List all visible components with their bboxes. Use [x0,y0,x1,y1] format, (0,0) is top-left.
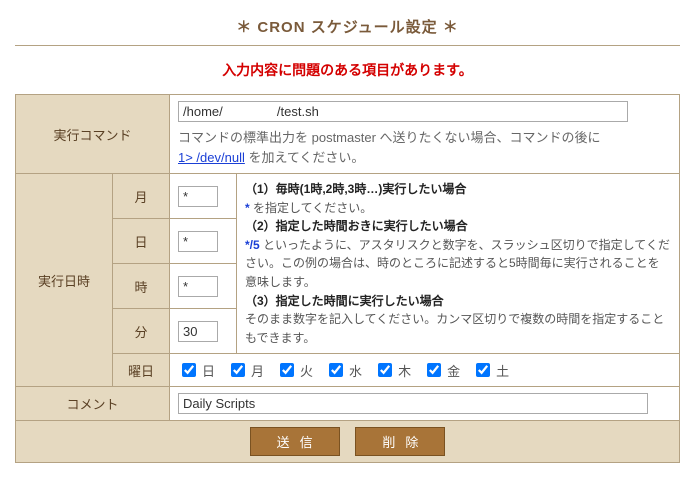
weekday-label: 日 [202,361,215,380]
weekday-row: 日月火水木金土 [170,354,680,387]
label-command: 実行コマンド [16,95,170,174]
page-title: ＊ CRON スケジュール設定 ＊ [15,16,680,37]
minute-input[interactable] [178,321,218,342]
time-description: （1）毎時(1時,2時,3時…)実行したい場合 * を指定してください。 （2）… [237,174,680,354]
label-weekday: 曜日 [113,354,170,387]
weekday-label: 木 [398,361,411,380]
delete-button[interactable]: 削除 [355,427,445,456]
weekday-checkbox[interactable] [280,363,294,377]
weekday-checkbox[interactable] [378,363,392,377]
error-message: 入力内容に問題のある項目があります。 [15,60,680,80]
label-day: 日 [113,219,170,264]
weekday-label: 金 [447,361,460,380]
weekday-checkbox[interactable] [476,363,490,377]
weekday-checkbox[interactable] [427,363,441,377]
label-hour: 時 [113,264,170,309]
weekday-label: 土 [496,361,509,380]
weekday-option[interactable]: 土 [472,360,509,380]
button-row: 送信 削除 [16,421,680,463]
devnull-link[interactable]: 1> /dev/null [178,150,245,165]
weekday-checkbox[interactable] [182,363,196,377]
weekday-option[interactable]: 金 [423,360,460,380]
label-comment: コメント [16,387,170,421]
hour-input[interactable] [178,276,218,297]
label-datetime: 実行日時 [16,174,113,387]
weekday-checkbox[interactable] [231,363,245,377]
divider [15,45,680,46]
cron-form-table: 実行コマンド コマンドの標準出力を postmaster へ送りたくない場合、コ… [15,94,680,463]
day-input[interactable] [178,231,218,252]
weekday-label: 月 [251,361,264,380]
command-hint: コマンドの標準出力を postmaster へ送りたくない場合、コマンドの後に … [178,128,671,167]
weekday-label: 火 [300,361,313,380]
weekday-label: 水 [349,361,362,380]
weekday-option[interactable]: 日 [178,360,215,380]
submit-button[interactable]: 送信 [250,427,340,456]
month-input[interactable] [178,186,218,207]
command-input[interactable] [178,101,628,122]
label-month: 月 [113,174,170,219]
weekday-checkbox[interactable] [329,363,343,377]
weekday-option[interactable]: 火 [276,360,313,380]
weekday-option[interactable]: 木 [374,360,411,380]
comment-input[interactable] [178,393,648,414]
weekday-option[interactable]: 月 [227,360,264,380]
weekday-option[interactable]: 水 [325,360,362,380]
label-minute: 分 [113,309,170,354]
